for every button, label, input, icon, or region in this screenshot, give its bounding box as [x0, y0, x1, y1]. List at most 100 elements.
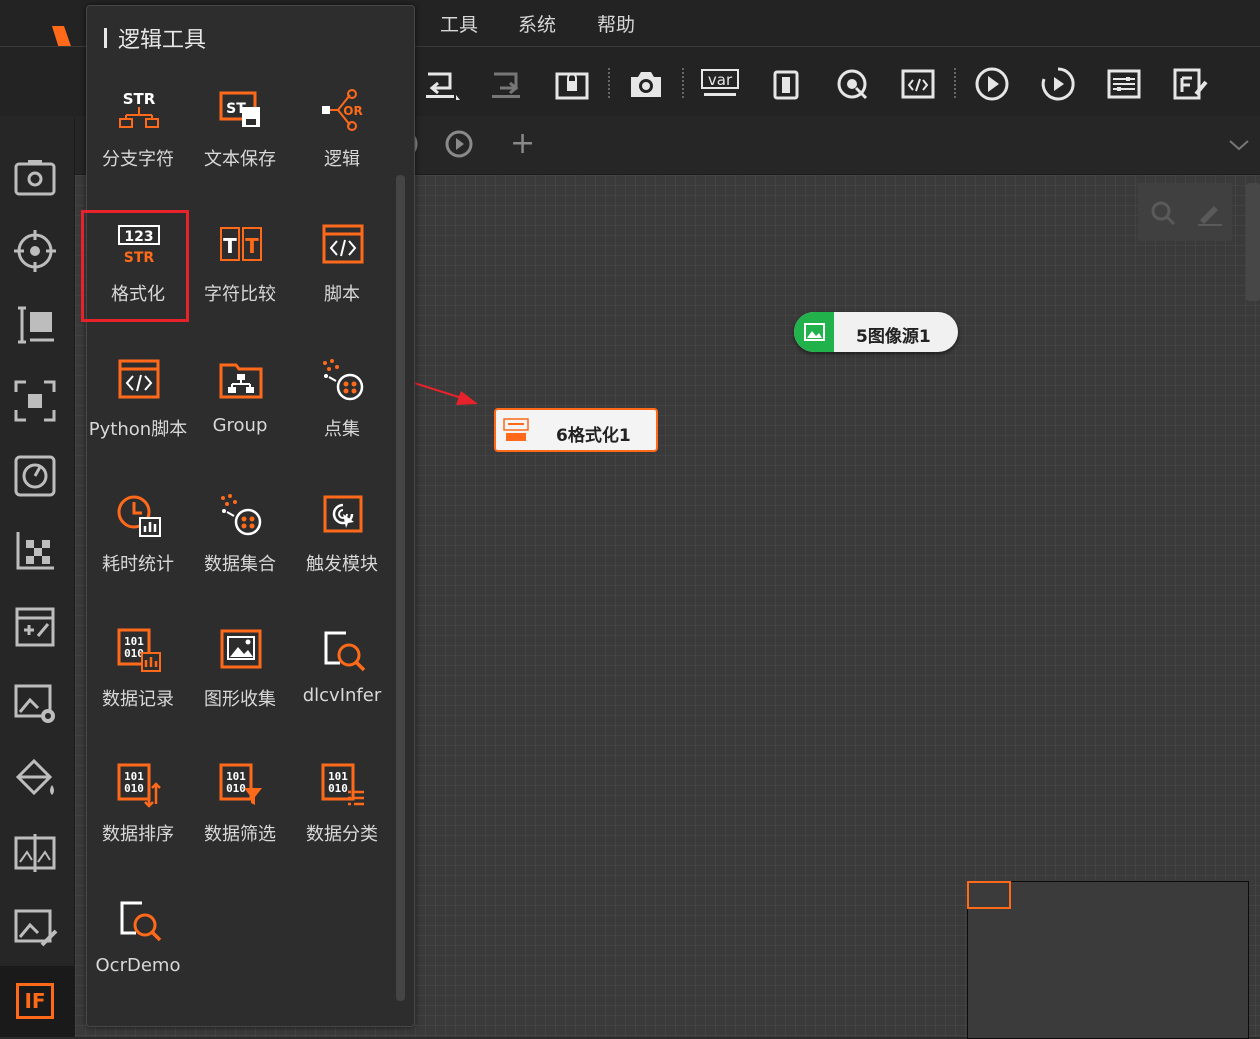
tool-label: 图形收集	[204, 689, 276, 710]
tool-label: 逻辑	[324, 149, 360, 170]
title-bar-mark	[104, 28, 107, 48]
image-icon	[794, 312, 834, 352]
data-filter-icon: 101 010	[218, 762, 264, 808]
data-record-icon: 101 010	[116, 627, 162, 673]
script-icon[interactable]	[898, 64, 938, 104]
tool-data-collect[interactable]: 数据集合	[189, 492, 291, 602]
node-image-source[interactable]: 5图像源1	[794, 312, 958, 352]
compare-image-icon[interactable]	[12, 830, 58, 876]
tool-label: 耗时统计	[102, 554, 174, 575]
tool-trigger[interactable]: 触发模块	[291, 492, 393, 602]
camera-icon[interactable]	[626, 64, 666, 104]
run-loop-icon[interactable]	[1038, 64, 1078, 104]
svg-text:010: 010	[124, 782, 144, 795]
trigger-icon	[320, 492, 366, 538]
dlcv-infer-icon	[320, 627, 366, 673]
device-icon[interactable]	[766, 64, 806, 104]
tool-string-compare[interactable]: TT 字符比较	[189, 222, 291, 332]
panel-scrollbar[interactable]	[396, 175, 405, 1001]
paint-bucket-icon[interactable]	[12, 755, 58, 801]
svg-text:T: T	[245, 234, 259, 258]
tool-branch-string[interactable]: STR 分支字符	[87, 87, 189, 197]
string-compare-icon: TT	[218, 222, 264, 268]
gauge-icon[interactable]	[12, 453, 58, 499]
svg-text:010: 010	[328, 782, 348, 795]
format-icon	[503, 418, 529, 441]
target-icon[interactable]	[832, 64, 872, 104]
tool-data-filter[interactable]: 101 010 数据筛选	[189, 762, 291, 872]
tool-label: 脚本	[324, 284, 360, 305]
tool-script[interactable]: 脚本	[291, 222, 393, 332]
tool-label: OcrDemo	[95, 955, 181, 976]
calibration-icon[interactable]	[12, 528, 58, 574]
run-once-icon[interactable]	[972, 64, 1012, 104]
redo-icon[interactable]	[486, 64, 526, 104]
svg-text:010: 010	[226, 782, 246, 795]
svg-text:STR: STR	[123, 90, 156, 108]
tool-data-classify[interactable]: 101 010 数据分类	[291, 762, 393, 872]
node-label: 6格式化1	[556, 426, 631, 446]
search-icon[interactable]	[1150, 200, 1176, 226]
highlight-box	[81, 210, 189, 322]
menu-system[interactable]: 系统	[518, 10, 556, 37]
undo-icon[interactable]	[420, 64, 460, 104]
tool-label: 文本保存	[204, 149, 276, 170]
node-format[interactable]: 6格式化1	[494, 408, 658, 452]
toolbar-separator	[682, 68, 686, 98]
graphic-collect-icon	[218, 627, 264, 673]
minimap-viewport[interactable]	[967, 881, 1011, 909]
focus-frame-icon[interactable]	[12, 378, 58, 424]
chevron-down-icon[interactable]	[1228, 138, 1250, 152]
crosshair-icon[interactable]	[12, 228, 58, 274]
tool-label: 数据分类	[306, 824, 378, 845]
logic-or-icon: OR	[320, 87, 366, 133]
tool-label: 分支字符	[102, 149, 174, 170]
tool-logic[interactable]: OR 逻辑	[291, 87, 393, 197]
edit-f-icon[interactable]	[1170, 64, 1210, 104]
tool-group[interactable]: Group	[189, 357, 291, 467]
var-text: var	[708, 71, 733, 89]
tool-text-save[interactable]: ST 文本保存	[189, 87, 291, 197]
timing-stats-icon	[116, 492, 162, 538]
add-tab-button[interactable]: +	[510, 126, 535, 161]
settings-icon[interactable]	[1104, 64, 1144, 104]
tool-ocr-demo[interactable]: OcrDemo	[87, 897, 189, 1007]
image-edit-icon[interactable]	[12, 905, 58, 951]
panel-title: 逻辑工具	[118, 28, 207, 53]
svg-text:010: 010	[124, 647, 144, 660]
tool-label: 字符比较	[204, 284, 276, 305]
tool-data-sort[interactable]: 101 010 数据排序	[87, 762, 189, 872]
image-settings-icon[interactable]	[12, 680, 58, 726]
text-save-icon: ST	[218, 87, 264, 133]
python-script-icon	[116, 357, 162, 403]
script-icon	[320, 222, 366, 268]
tool-label: dlcvInfer	[302, 685, 382, 706]
tool-point-set[interactable]: 点集	[291, 357, 393, 467]
if-icon[interactable]: IF	[16, 983, 54, 1019]
node-label: 5图像源1	[856, 327, 931, 347]
lock-icon[interactable]	[552, 64, 592, 104]
calculator-icon[interactable]	[12, 604, 58, 650]
data-collect-icon	[218, 492, 264, 538]
tool-label: 数据排序	[102, 824, 174, 845]
tool-timing-stats[interactable]: 耗时统计	[87, 492, 189, 602]
tool-python-script[interactable]: Python脚本	[87, 357, 189, 467]
tool-label: 数据集合	[204, 554, 276, 575]
tool-label: Group	[212, 415, 268, 436]
tool-label: 数据筛选	[204, 824, 276, 845]
tool-label: 触发模块	[306, 554, 378, 575]
data-sort-icon: 101 010	[116, 762, 162, 808]
tool-dlcv-infer[interactable]: dlcvInfer	[291, 627, 393, 737]
run-loop-icon[interactable]	[444, 129, 474, 159]
tool-label: 数据记录	[102, 689, 174, 710]
measure-icon[interactable]	[12, 302, 58, 348]
tool-data-record[interactable]: 101 010 数据记录	[87, 627, 189, 737]
camera-icon[interactable]	[12, 154, 58, 200]
menu-help[interactable]: 帮助	[597, 10, 635, 37]
point-set-icon	[320, 357, 366, 403]
pencil-icon[interactable]	[1196, 200, 1222, 226]
canvas-scrollbar[interactable]	[1246, 183, 1260, 301]
tool-graphic-collect[interactable]: 图形收集	[189, 627, 291, 737]
menu-tools[interactable]: 工具	[440, 10, 478, 37]
var-icon[interactable]: var	[700, 64, 740, 104]
